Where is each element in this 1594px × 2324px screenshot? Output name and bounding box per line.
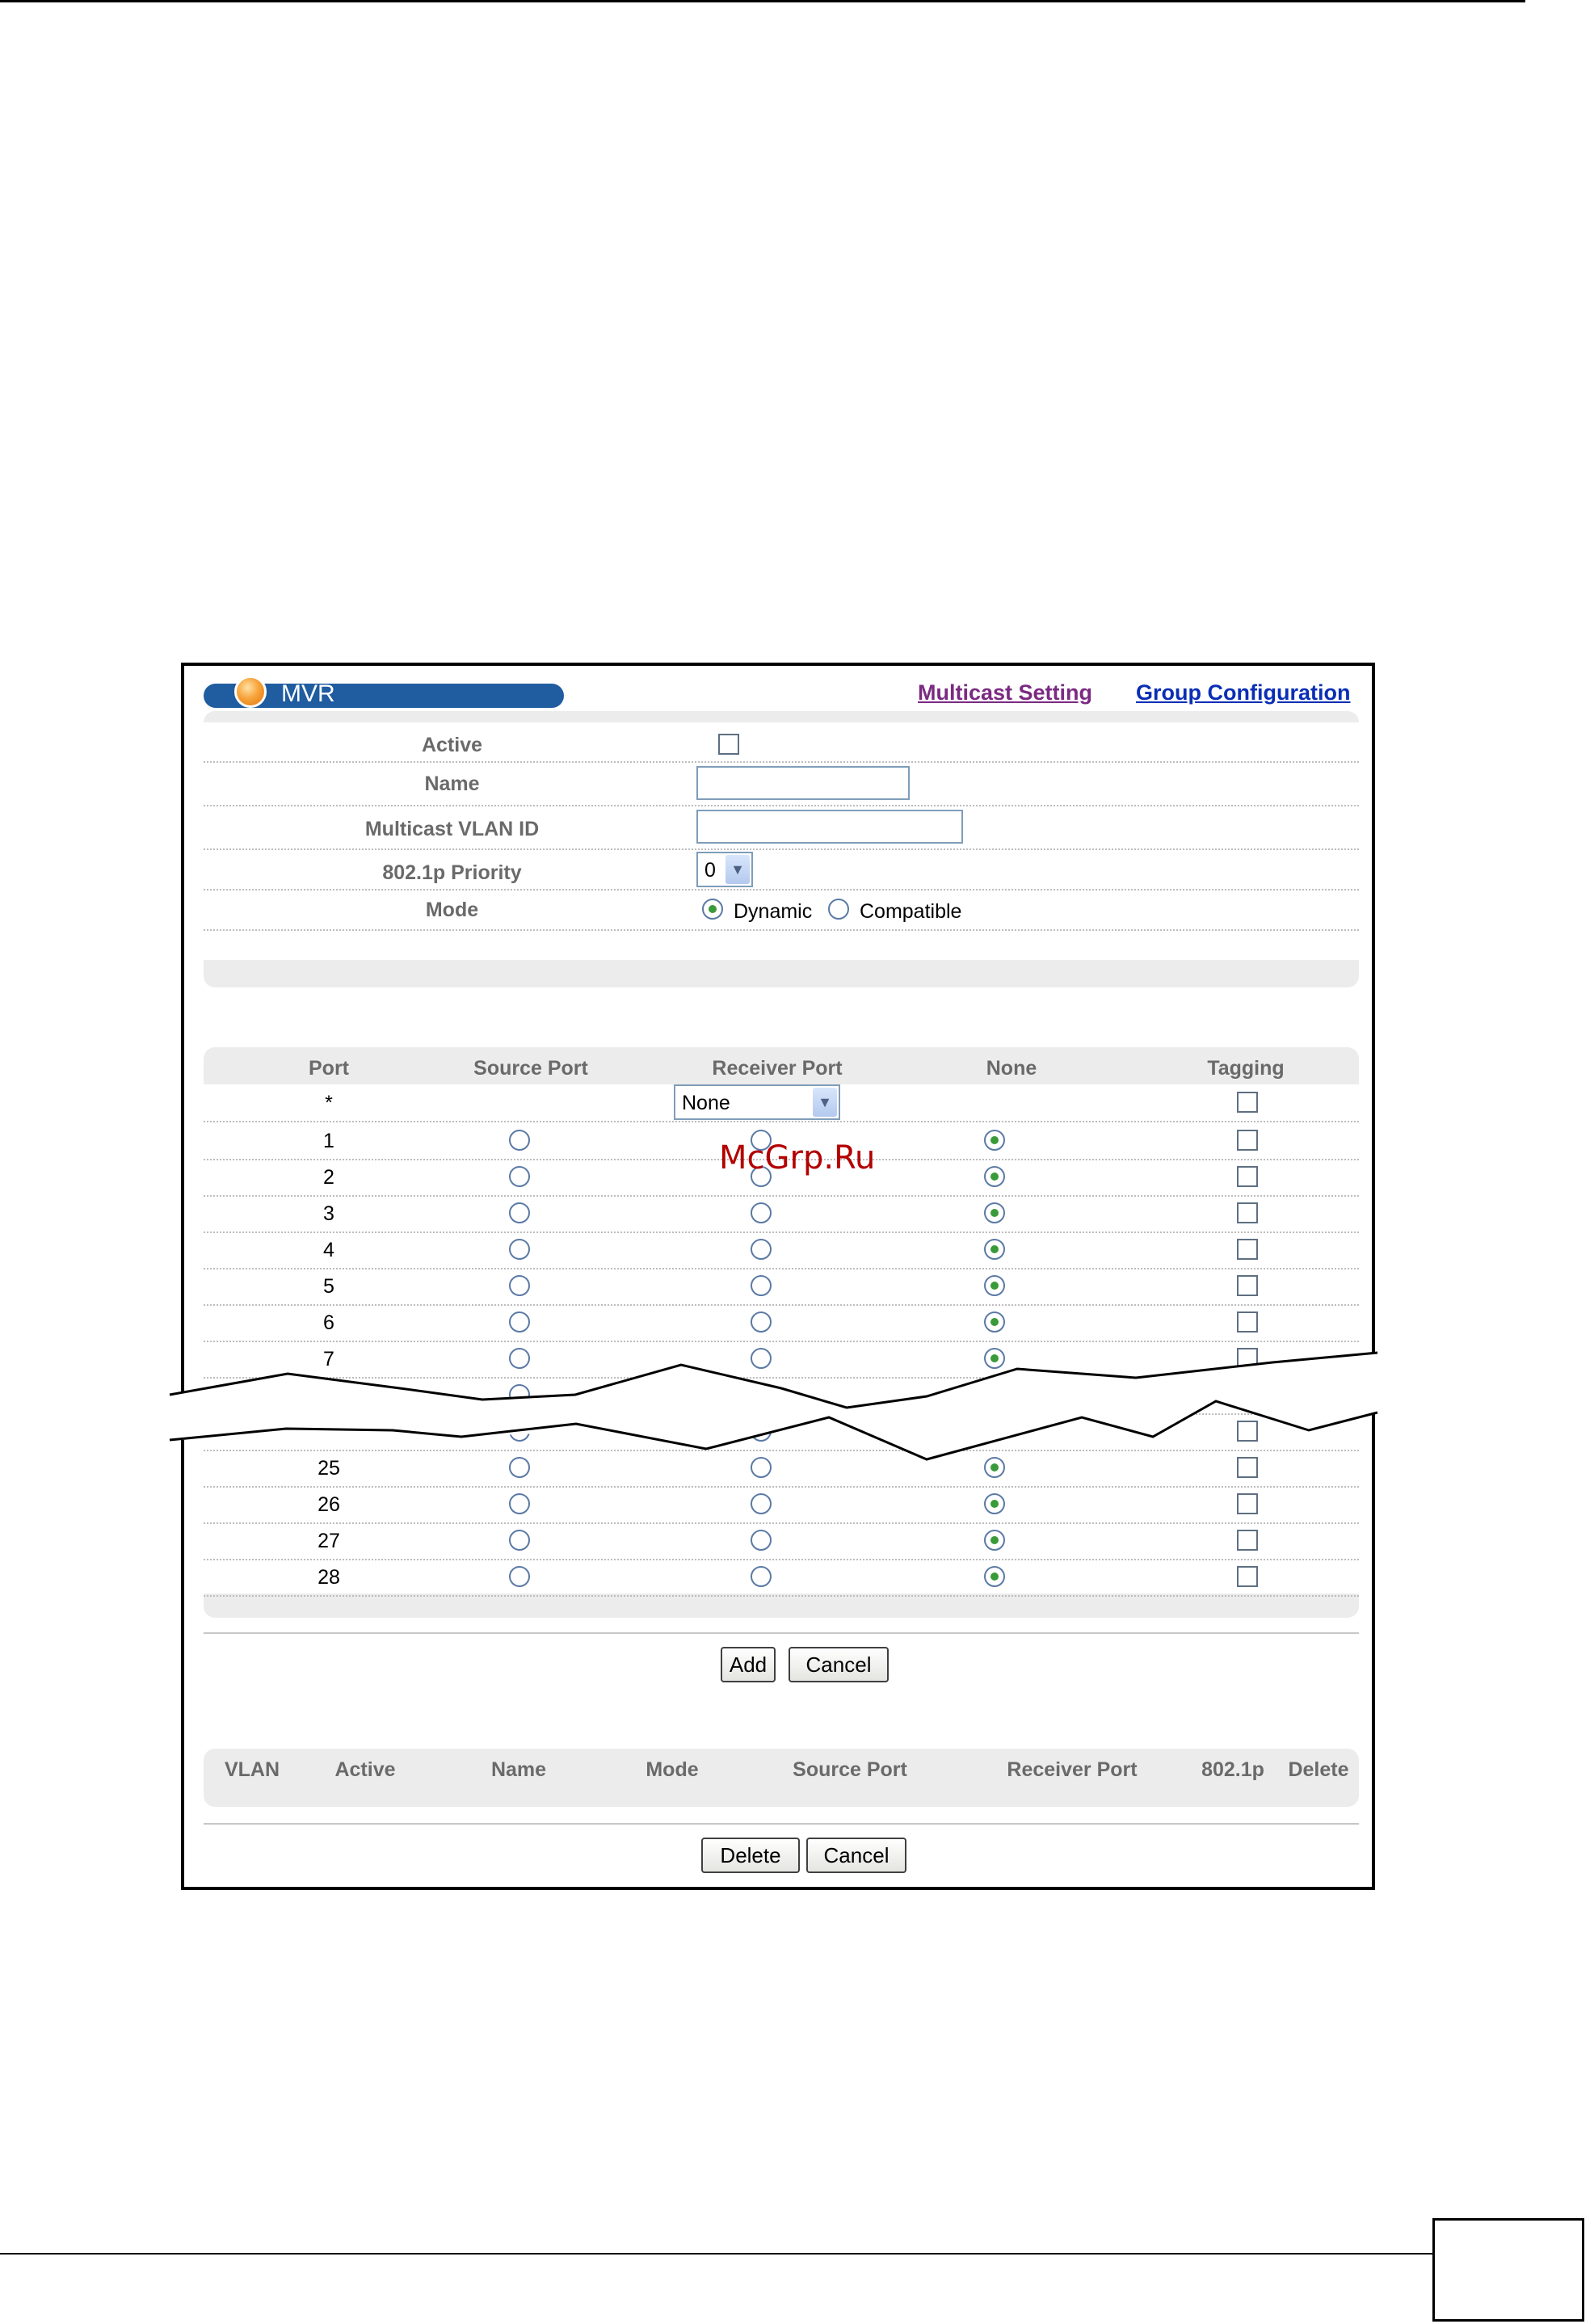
page-number-box	[1432, 2218, 1584, 2322]
break-fill	[170, 1353, 1377, 1459]
bottom-page-rule	[0, 2253, 1438, 2255]
watermark: McGrp.Ru	[719, 1139, 876, 1177]
